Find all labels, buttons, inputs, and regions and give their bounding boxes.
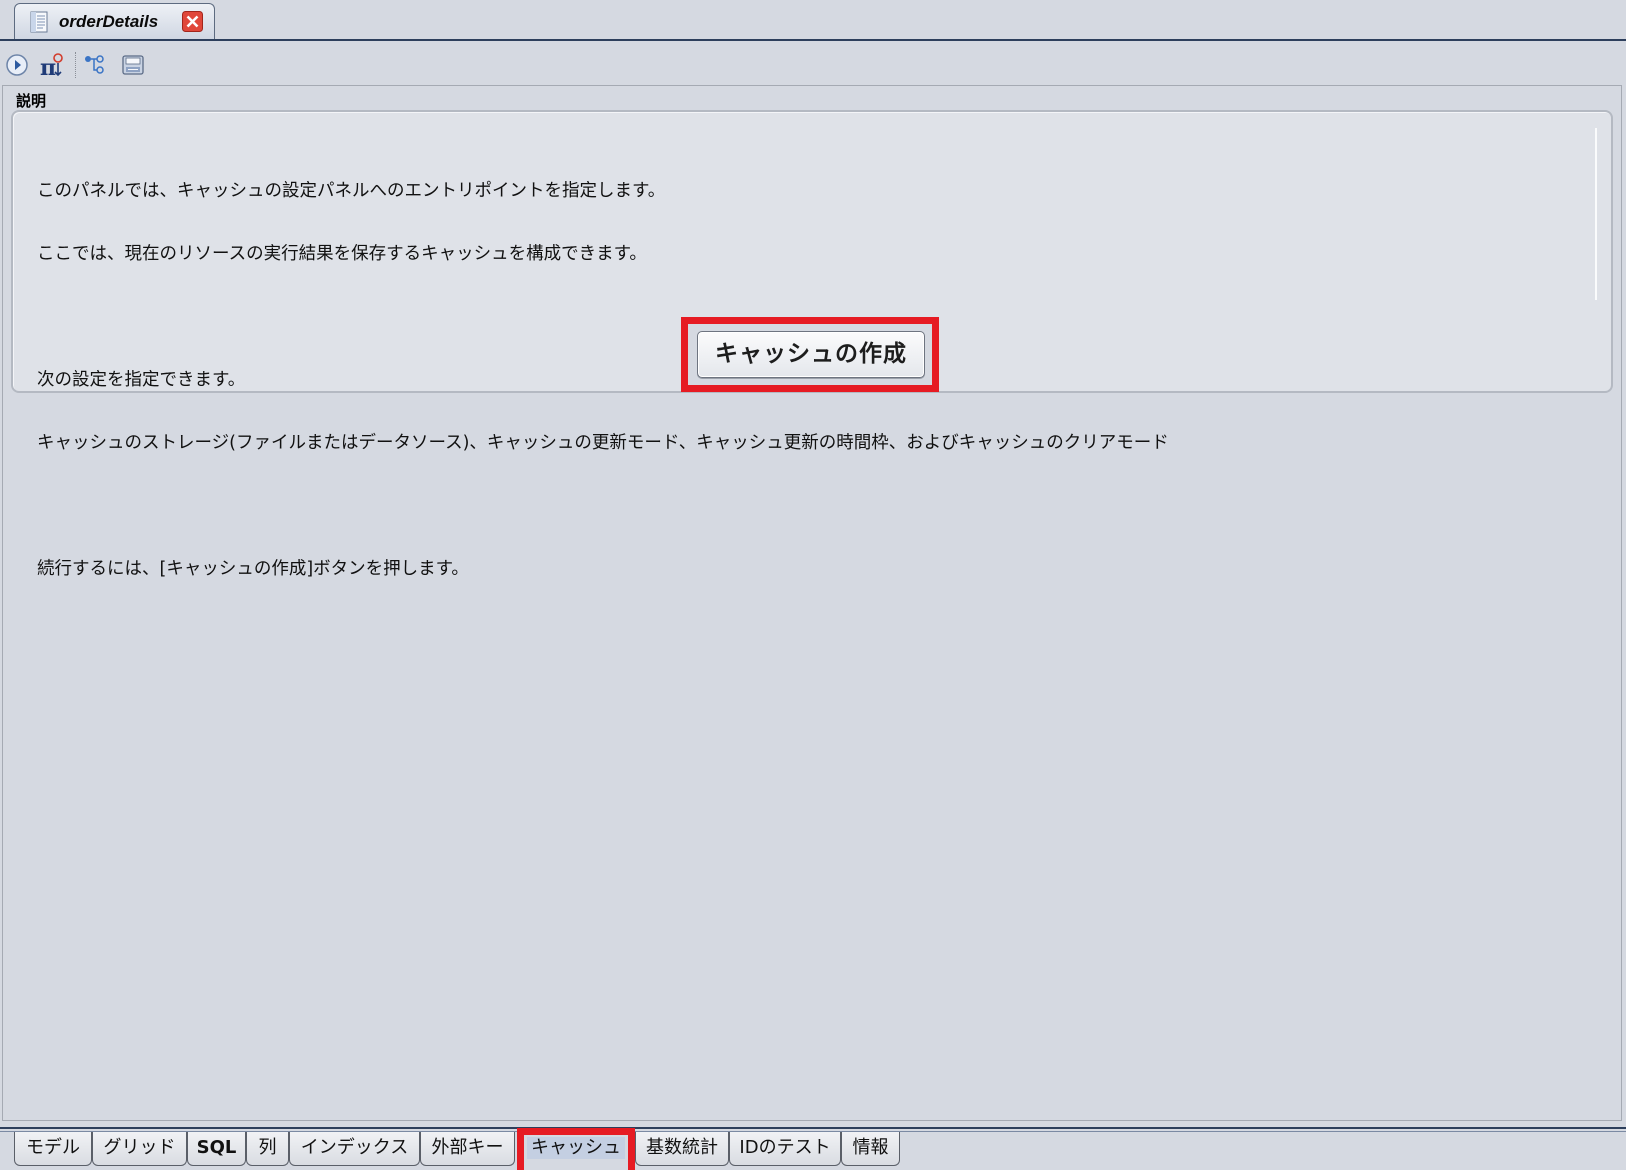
tab-grid[interactable]: グリッド <box>92 1132 187 1166</box>
description-line: 続行するには、[キャッシュの作成]ボタンを押します。 <box>37 559 469 579</box>
editor-tab-orderdetails[interactable]: orderDetails <box>14 3 215 40</box>
close-icon[interactable] <box>182 11 203 32</box>
section-label: 説明 <box>16 92 47 110</box>
tab-sql[interactable]: SQL <box>187 1132 246 1166</box>
description-line: このパネルでは、キャッシュの設定パネルへのエントリポイントを指定します。 <box>37 181 666 201</box>
description-line: キャッシュのストレージ(ファイルまたはデータソース)、キャッシュの更新モード、キ… <box>37 433 1169 453</box>
toolbar-separator <box>75 52 77 78</box>
main-panel: 説明 このパネルでは、キャッシュの設定パネルへのエントリポイントを指定します。 … <box>2 85 1622 1121</box>
description-line: ここでは、現在のリソースの実行結果を保存するキャッシュを構成できます。 <box>37 244 647 264</box>
cache-tab-highlight <box>517 1128 635 1170</box>
tab-columns[interactable]: 列 <box>246 1132 289 1166</box>
tabbar-divider <box>0 39 1626 41</box>
toolbar: π <box>0 46 1626 84</box>
tab-cardinality-stats[interactable]: 基数統計 <box>635 1132 729 1166</box>
tab-id-test[interactable]: IDのテスト <box>729 1132 841 1166</box>
run-icon[interactable] <box>4 51 32 79</box>
create-cache-button[interactable]: キャッシュの作成 <box>697 331 925 378</box>
tab-foreign-keys[interactable]: 外部キー <box>420 1132 515 1166</box>
tab-info[interactable]: 情報 <box>841 1132 900 1166</box>
bottom-tabbar-divider <box>0 1127 1626 1129</box>
editor-tab-title: orderDetails <box>59 12 159 31</box>
tree-icon[interactable] <box>82 51 110 79</box>
editor-tabbar: orderDetails <box>0 0 1626 42</box>
document-icon <box>30 11 48 33</box>
pi-query-icon[interactable]: π <box>38 51 66 79</box>
scrollbar[interactable] <box>1595 128 1597 300</box>
tab-indexes[interactable]: インデックス <box>289 1132 420 1166</box>
tab-model[interactable]: モデル <box>14 1132 92 1166</box>
save-icon[interactable] <box>119 51 147 79</box>
